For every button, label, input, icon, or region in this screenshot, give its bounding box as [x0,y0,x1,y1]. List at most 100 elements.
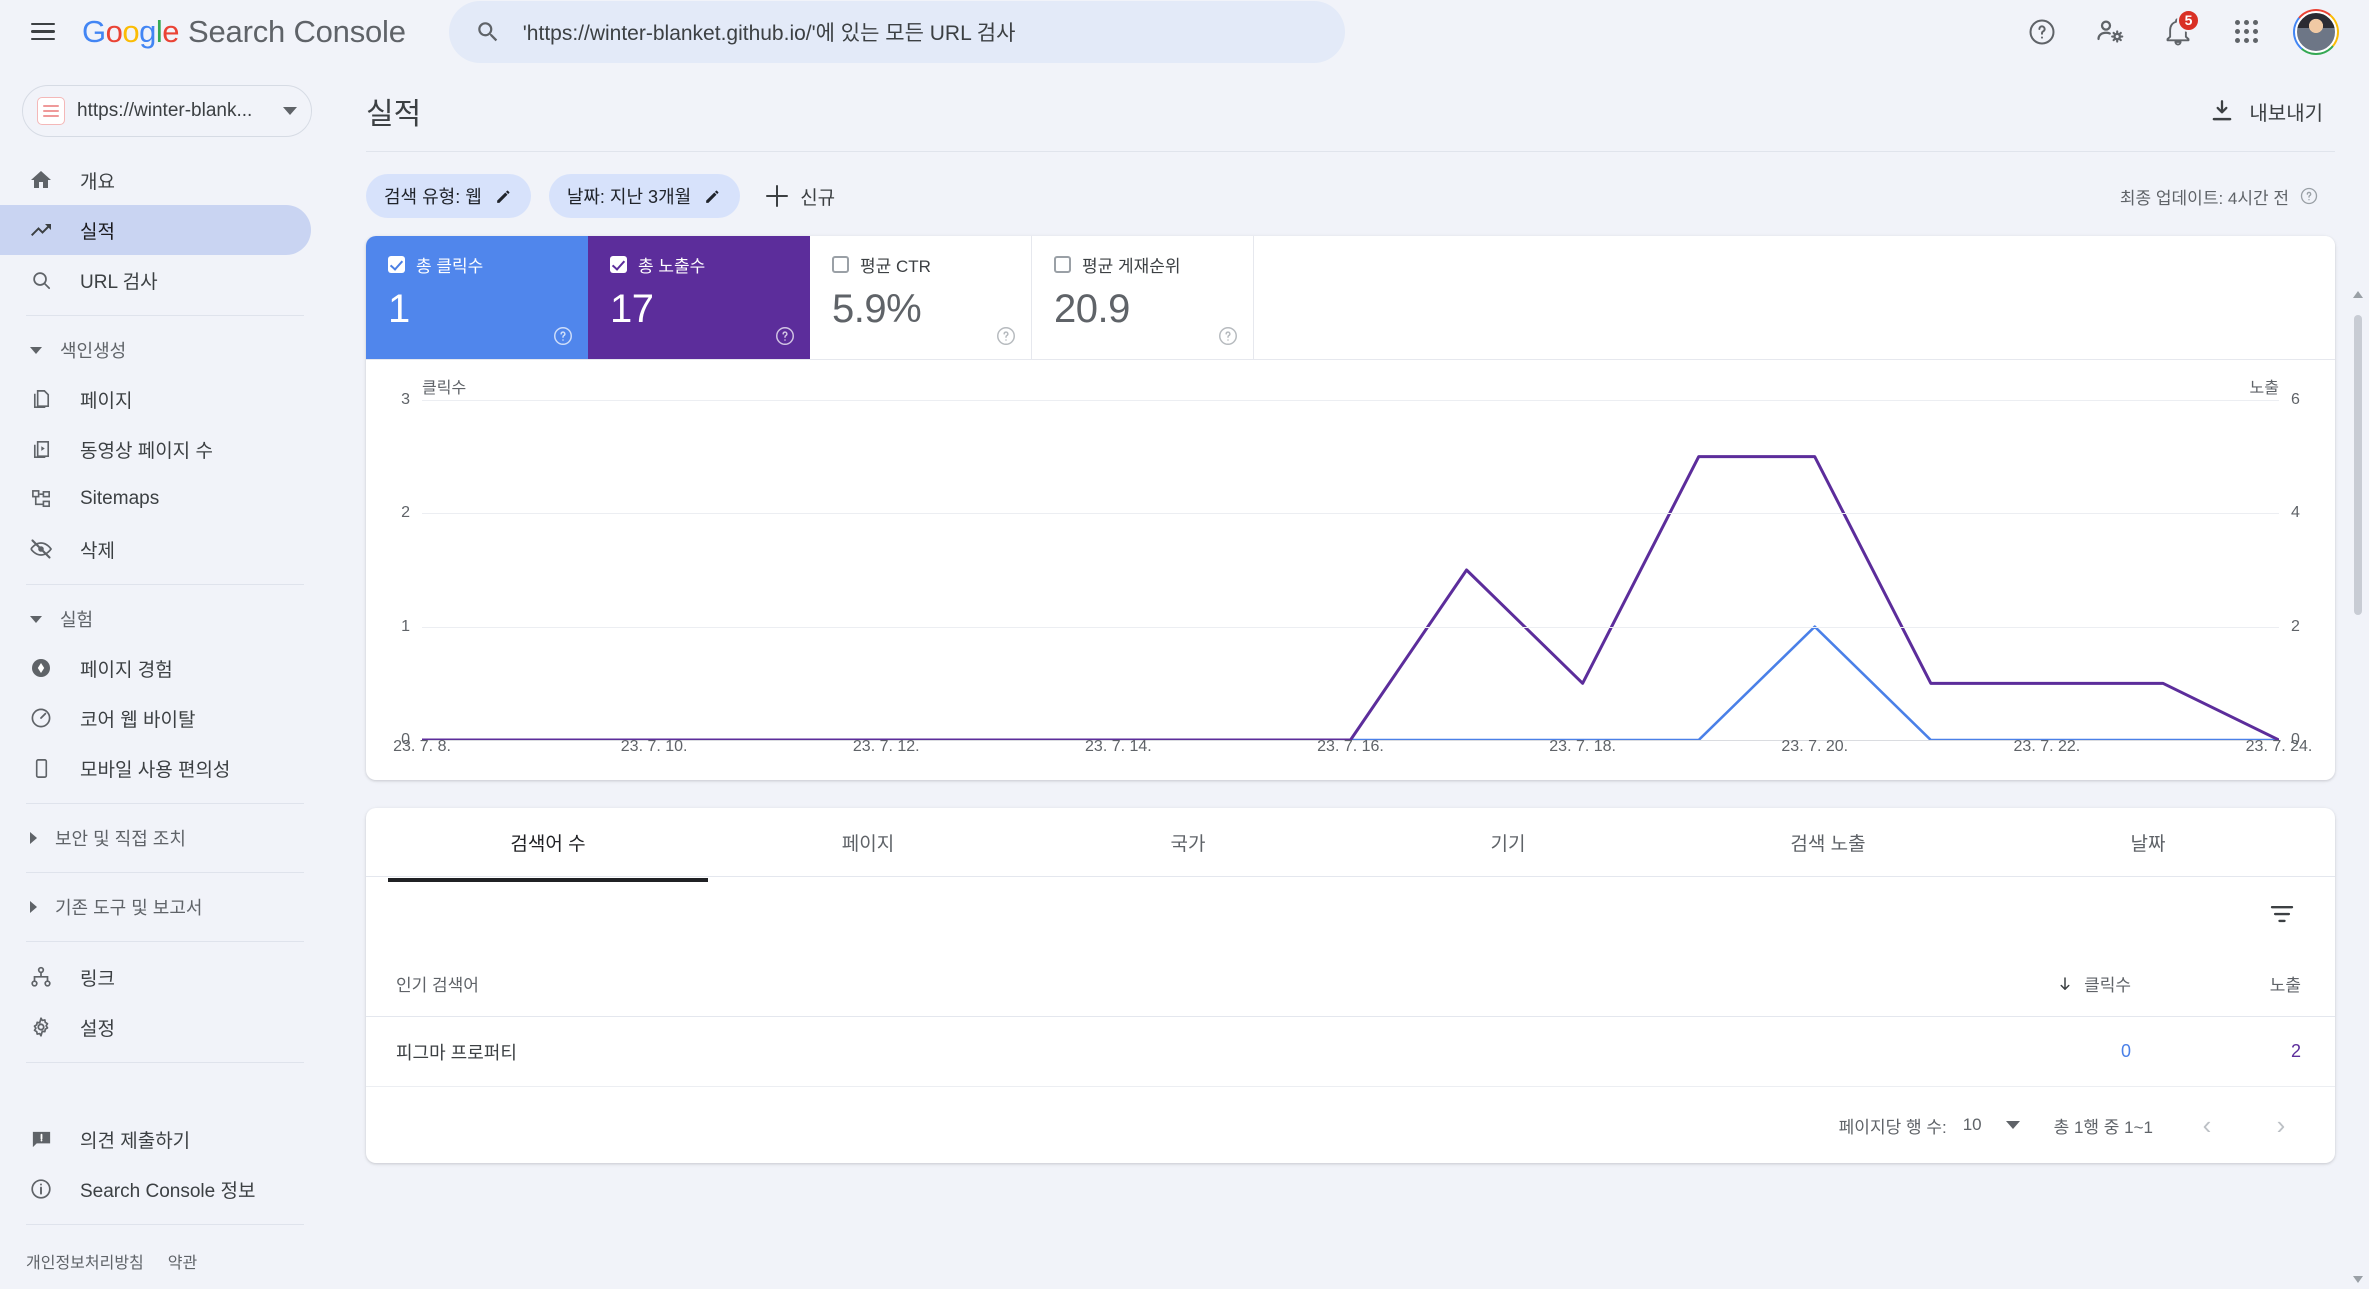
chart-plot-area: 00122436 [401,391,2300,748]
sort-desc-arrow-icon [2060,976,2070,990]
metric-checkbox[interactable] [1054,256,1071,273]
column-header-label: 클릭수 [2084,976,2131,995]
sidebar-item-links[interactable]: 링크 [0,952,311,1002]
metric-checkbox[interactable] [610,256,627,273]
export-button[interactable]: 내보내기 [2209,97,2335,126]
help-icon[interactable] [552,325,574,347]
notification-badge-count: 5 [2177,8,2200,32]
sidebar-nav: https://winter-blank... 개요 실적 URL 검사 색인생… [0,63,330,1289]
sidebar-item-label: 의견 제출하기 [80,1130,191,1152]
sidebar-item-removals[interactable]: 삭제 [0,524,311,574]
terms-link[interactable]: 약관 [168,1249,197,1273]
sidebar-item-about[interactable]: Search Console 정보 [0,1164,311,1214]
metric-card-total-clicks[interactable]: 총 클릭수 1 [366,236,588,359]
feedback-icon [28,1126,54,1152]
sidebar-item-performance[interactable]: 실적 [0,205,311,255]
previous-page-button[interactable]: ‹ [2187,1105,2227,1145]
export-label: 내보내기 [2249,102,2323,125]
y-axis-left-label: 클릭수 [422,380,467,397]
sidebar-item-mobile-usability[interactable]: 모바일 사용 편의성 [0,743,311,793]
sidebar-group-legacy[interactable]: 기존 도구 및 보고서 [0,883,330,931]
tab-5[interactable]: 날짜 [1988,808,2308,876]
sidebar-divider [26,1062,304,1063]
filter-chip-date[interactable]: 날짜: 지난 3개월 [548,174,741,218]
sidebar-item-overview[interactable]: 개요 [0,155,311,205]
filter-chip-search-type[interactable]: 검색 유형: 웹 [366,174,531,218]
metric-cards-filler [1254,236,2335,359]
sidebar-item-sitemaps[interactable]: Sitemaps [0,474,311,524]
scrollbar-thumb[interactable] [2354,315,2362,615]
column-header-impressions[interactable]: 노출 [2131,971,2301,996]
next-page-button[interactable]: › [2261,1105,2301,1145]
tab-2[interactable]: 국가 [1028,808,1348,876]
help-icon[interactable] [774,325,796,347]
x-axis-tick: 23. 7. 22. [2013,738,2081,755]
main-scrollbar[interactable] [2351,291,2365,1283]
scroll-down-arrow-icon[interactable] [2353,1276,2363,1283]
sidebar-item-url-inspection[interactable]: URL 검사 [0,255,311,305]
tab-label: 페이지 [841,833,895,855]
metric-card-total-impressions[interactable]: 총 노출수 17 [588,236,810,359]
column-header-clicks[interactable]: 클릭수 [1961,971,2131,996]
help-icon[interactable] [2299,186,2319,206]
chart-series-svg [422,400,2279,740]
metric-checkbox[interactable] [832,256,849,273]
chevron-right-icon [30,901,37,913]
tab-label: 날짜 [2130,833,2166,855]
tab-4[interactable]: 검색 노출 [1668,808,1988,876]
sidebar-group-security[interactable]: 보안 및 직접 조치 [0,814,330,862]
table-filter-row [366,877,2335,951]
privacy-policy-link[interactable]: 개인정보처리방침 [26,1249,144,1273]
property-selector[interactable]: https://winter-blank... [22,85,312,137]
metric-value: 20.9 [1054,287,1130,331]
metric-label: 평균 게재순위 [1082,257,1181,276]
add-filter-button[interactable]: 신규 [766,183,835,210]
filter-list-icon[interactable] [2267,899,2297,929]
sidebar-item-settings[interactable]: 설정 [0,1002,311,1052]
scroll-up-arrow-icon[interactable] [2353,291,2363,298]
sidebar-divider [26,803,304,804]
table-row[interactable]: 피그마 프로퍼티 0 2 [366,1017,2335,1087]
metric-value: 17 [610,287,654,331]
metric-label: 평균 CTR [860,257,931,276]
metric-header: 평균 게재순위 [1054,252,1235,277]
help-icon[interactable] [2021,11,2063,53]
chart-gridline [422,400,2279,401]
download-icon [2213,100,2232,121]
tab-0[interactable]: 검색어 수 [388,808,708,882]
sidebar-divider [26,1224,304,1225]
filter-chip-label: 검색 유형: 웹 [384,187,482,207]
google-apps-grid-icon[interactable] [2225,11,2267,53]
tab-1[interactable]: 페이지 [708,808,1028,876]
metric-checkbox[interactable] [388,256,405,273]
metric-label: 총 클릭수 [416,257,484,276]
sidebar-item-video-pages[interactable]: 동영상 페이지 수 [0,424,311,474]
sidebar-divider [26,872,304,873]
sidebar-group-index[interactable]: 색인생성 [0,326,330,374]
sidebar-item-pages[interactable]: 페이지 [0,374,311,424]
metric-card-average-ctr[interactable]: 평균 CTR 5.9% [810,236,1032,359]
sidebar-item-label: 동영상 페이지 수 [80,440,213,462]
sidebar-item-label: URL 검사 [80,271,158,293]
dimension-table-card: 검색어 수 페이지 국가 기기 검색 노출 날짜 인기 검색어 클릭수 노출 피그마 프로… [366,808,2335,1163]
metric-card-average-position[interactable]: 평균 게재순위 20.9 [1032,236,1254,359]
notifications-bell-icon[interactable]: 5 [2157,8,2200,53]
brand-logo[interactable]: Google Search Console [82,14,406,50]
property-icon [37,97,65,125]
user-avatar[interactable] [2293,8,2339,55]
rows-per-page-selector[interactable]: 페이지당 행 수: 10 [1839,1113,2020,1138]
chevron-down-icon [283,107,297,115]
sidebar-group-experience[interactable]: 실험 [0,595,330,643]
sidebar-item-core-web-vitals[interactable]: 코어 웹 바이탈 [0,693,311,743]
help-icon[interactable] [1217,325,1239,347]
property-label: https://winter-blank... [77,100,253,121]
tab-3[interactable]: 기기 [1348,808,1668,876]
account-settings-icon[interactable] [2089,11,2131,53]
eye-off-icon [28,536,54,562]
url-inspection-search-bar[interactable]: 'https://winter-blanket.github.io/'에 있는 … [448,0,1345,63]
sidebar-divider [26,584,304,585]
help-icon[interactable] [995,325,1017,347]
hamburger-menu-icon[interactable] [26,15,60,49]
sidebar-item-feedback[interactable]: 의견 제출하기 [0,1114,311,1164]
sidebar-item-page-experience[interactable]: 페이지 경험 [0,643,311,693]
